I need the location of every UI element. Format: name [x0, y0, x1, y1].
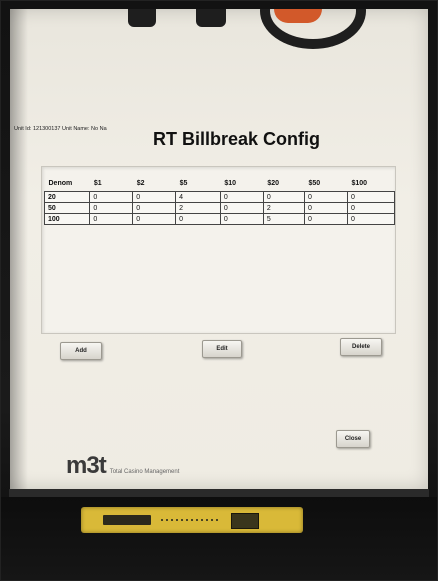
- table-cell[interactable]: 5: [262, 213, 305, 225]
- table-cell[interactable]: 0: [175, 213, 221, 225]
- screen-bezel-ledge: [9, 489, 429, 497]
- table-cell[interactable]: 0: [219, 213, 264, 225]
- table-cell[interactable]: 100: [43, 213, 91, 225]
- table-cell[interactable]: 2: [262, 202, 305, 214]
- table-cell[interactable]: 0: [303, 191, 348, 203]
- table-row[interactable]: 100 0 0 0 0 5 0 0: [43, 213, 396, 225]
- column-header-10: $10: [224, 179, 237, 187]
- billbreak-table: Denom $1 $2 $5 $10 $20 $50 $100 20 0 0 4…: [43, 175, 396, 225]
- table-cell[interactable]: 0: [89, 191, 134, 203]
- table-cell[interactable]: 0: [132, 202, 177, 214]
- table-cell[interactable]: 2: [175, 202, 221, 214]
- table-cell[interactable]: 0: [346, 191, 396, 203]
- device-frame: Unit Id: 121300137 Unit Name: No Na RT B…: [0, 0, 438, 581]
- column-header-100: $100: [351, 179, 368, 187]
- column-header-20: $20: [267, 179, 280, 187]
- table-cell[interactable]: 0: [303, 202, 348, 214]
- top-logo-strip: [10, 9, 428, 49]
- table-cell[interactable]: 0: [303, 213, 348, 225]
- logo-accent: [274, 9, 322, 23]
- table-cell[interactable]: 0: [346, 213, 396, 225]
- kiosk-screen: Unit Id: 121300137 Unit Name: No Na RT B…: [10, 9, 428, 489]
- table-cell[interactable]: 0: [89, 213, 134, 225]
- brand-tagline: Total Casino Management: [109, 469, 180, 475]
- add-button[interactable]: Add: [60, 342, 102, 360]
- table-cell[interactable]: 0: [262, 191, 305, 203]
- table-row[interactable]: 20 0 0 4 0 0 0 0: [43, 191, 396, 203]
- table-cell[interactable]: 50: [43, 202, 91, 214]
- billbreak-grid-panel: Denom $1 $2 $5 $10 $20 $50 $100 20 0 0 4…: [41, 166, 396, 334]
- bill-acceptor-window: [231, 513, 259, 529]
- close-button[interactable]: Close: [336, 430, 370, 448]
- bill-acceptor-dots: [161, 519, 221, 521]
- table-header-row: Denom $1 $2 $5 $10 $20 $50 $100: [45, 175, 395, 192]
- column-header-5: $5: [179, 179, 188, 187]
- table-row[interactable]: 50 0 0 2 0 2 0 0: [43, 202, 396, 214]
- table-cell[interactable]: 0: [219, 191, 264, 203]
- column-header-1: $1: [93, 179, 102, 187]
- table-cell[interactable]: 0: [219, 202, 264, 214]
- unit-name-label: Unit Name: No Na: [62, 126, 107, 132]
- column-header-2: $2: [136, 179, 145, 187]
- logo-block-1: [128, 9, 156, 27]
- unit-info: Unit Id: 121300137 Unit Name: No Na: [14, 126, 107, 132]
- m3t-logo: m3t: [66, 452, 107, 479]
- table-cell[interactable]: 0: [132, 213, 177, 225]
- table-cell[interactable]: 4: [175, 191, 221, 203]
- table-cell[interactable]: 0: [132, 191, 177, 203]
- delete-button[interactable]: Delete: [340, 338, 382, 356]
- table-cell[interactable]: 0: [346, 202, 396, 214]
- table-cell[interactable]: 0: [89, 202, 134, 214]
- edit-button[interactable]: Edit: [202, 340, 242, 358]
- bill-acceptor: [81, 507, 303, 533]
- page-title: RT Billbreak Config: [153, 129, 321, 149]
- unit-id-label: Unit Id: 121300137: [14, 126, 61, 132]
- bill-slot: [103, 515, 151, 525]
- table-cell[interactable]: 20: [43, 191, 91, 203]
- logo-block-2: [196, 9, 226, 27]
- column-header-denom: Denom: [48, 179, 73, 187]
- column-header-50: $50: [308, 179, 321, 187]
- brand-footer: m3t Total Casino Management: [66, 452, 179, 480]
